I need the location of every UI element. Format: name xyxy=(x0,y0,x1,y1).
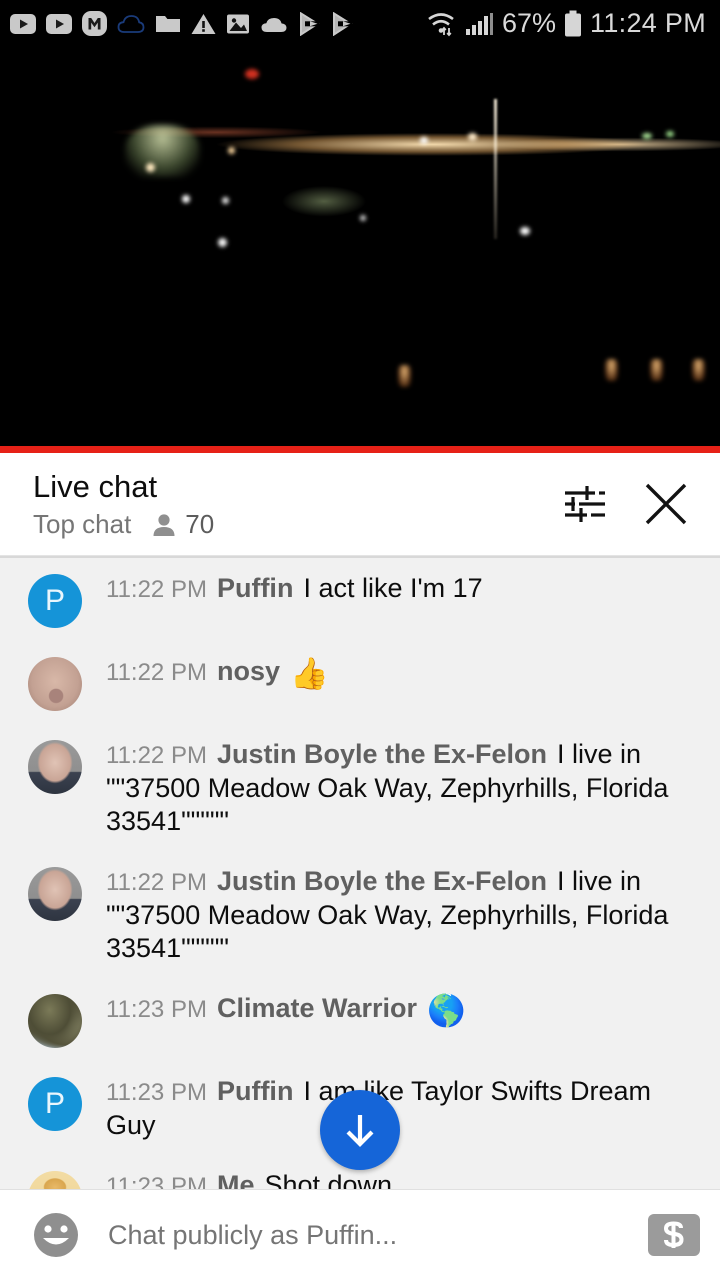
scroll-to-bottom-button[interactable] xyxy=(320,1090,400,1170)
message-timestamp: 11:22 PM xyxy=(106,576,207,603)
chat-settings-button[interactable] xyxy=(552,472,616,536)
live-chat-title: Live chat xyxy=(33,469,158,504)
battery-icon xyxy=(563,10,583,38)
chat-message[interactable]: 11:23 PM Climate Warrior 🌎 xyxy=(0,978,720,1061)
battery-percent-label: 67% xyxy=(501,8,557,38)
cloud-filled-icon xyxy=(260,15,288,33)
arrow-down-icon xyxy=(346,1115,374,1147)
message-text: Shot down xyxy=(264,1170,393,1189)
person-icon xyxy=(152,512,176,538)
video-light-dot xyxy=(228,147,235,154)
video-light-dot xyxy=(146,163,155,172)
avatar-initial: P xyxy=(44,584,65,617)
chat-composer xyxy=(0,1189,720,1280)
avatar[interactable] xyxy=(28,1171,82,1189)
avatar[interactable] xyxy=(28,994,82,1048)
message-body: 11:23 PM Climate Warrior 🌎 xyxy=(106,992,702,1027)
wifi-icon xyxy=(426,11,458,37)
youtube-icon xyxy=(46,13,72,34)
video-frame xyxy=(0,47,720,453)
live-chat-titles: Live chat Top chat 70 xyxy=(33,468,552,540)
status-bar-system: 67% 11:24 PM xyxy=(426,8,706,39)
m-badge-icon xyxy=(82,11,107,36)
chat-input[interactable] xyxy=(108,1219,648,1251)
video-light-dot xyxy=(420,137,428,144)
warning-triangle-icon xyxy=(191,13,216,35)
avatar[interactable]: P xyxy=(28,1077,82,1131)
avatar[interactable]: P xyxy=(28,574,82,628)
chat-message[interactable]: 11:22 PM nosy 👍 xyxy=(0,641,720,724)
status-bar-notifications xyxy=(10,11,426,36)
dollar-sign-icon xyxy=(663,1221,684,1248)
video-light-dot xyxy=(218,238,227,247)
super-chat-button[interactable] xyxy=(648,1214,700,1256)
avatar[interactable] xyxy=(28,657,82,711)
message-timestamp: 11:22 PM xyxy=(106,659,207,686)
chat-message[interactable]: P 11:22 PM Puffin I act like I'm 17 xyxy=(0,558,720,641)
video-progress-bar[interactable] xyxy=(0,446,720,453)
clock-label: 11:24 PM xyxy=(590,8,706,38)
video-light-structure xyxy=(125,125,200,177)
chat-mode-label[interactable]: Top chat xyxy=(33,509,131,540)
message-timestamp: 11:22 PM xyxy=(106,869,207,896)
message-body: 11:22 PM Justin Boyle the Ex-Felon I live … xyxy=(106,865,702,965)
message-timestamp: 11:23 PM xyxy=(106,996,207,1023)
message-timestamp: 11:23 PM xyxy=(106,1173,207,1189)
video-light-dot xyxy=(520,227,530,235)
video-amber-light xyxy=(605,359,618,381)
avatar-initial: P xyxy=(44,1087,65,1120)
folder-icon xyxy=(155,13,181,34)
video-amber-light xyxy=(650,359,663,381)
message-author[interactable]: Me xyxy=(217,1170,255,1189)
message-author[interactable]: Puffin xyxy=(217,573,293,603)
avatar[interactable] xyxy=(28,867,82,921)
video-amber-light xyxy=(398,365,411,387)
video-light-dot xyxy=(182,195,190,203)
youtube-icon xyxy=(10,13,36,34)
chat-message[interactable]: 11:22 PM Justin Boyle the Ex-Felon I live … xyxy=(0,724,720,851)
message-body: 11:23 PM Puffin I am like Taylor Swifts Dr… xyxy=(106,1075,702,1142)
live-chat-subtitle[interactable]: Top chat 70 xyxy=(33,509,552,540)
app-screen: 67% 11:24 PM Live chat Top chat 70 P 11:… xyxy=(0,0,720,1280)
message-body: 11:23 PM Me Shot down xyxy=(106,1169,702,1189)
signal-bars-icon xyxy=(465,12,495,36)
message-timestamp: 11:22 PM xyxy=(106,742,207,769)
video-light-dot xyxy=(642,133,652,139)
message-author[interactable]: nosy xyxy=(217,656,280,686)
play-store-icon xyxy=(298,11,321,36)
avatar[interactable] xyxy=(28,740,82,794)
message-emoji: 🌎 xyxy=(427,993,466,1028)
video-light-dot xyxy=(666,131,674,137)
emoji-smiley-icon[interactable] xyxy=(30,1209,82,1261)
play-store-icon xyxy=(331,11,354,36)
message-body: 11:22 PM Justin Boyle the Ex-Felon I live … xyxy=(106,738,702,838)
message-timestamp: 11:23 PM xyxy=(106,1079,207,1106)
message-body: 11:22 PM Puffin I act like I'm 17 xyxy=(106,572,702,606)
chat-message[interactable]: 11:22 PM Justin Boyle the Ex-Felon I live … xyxy=(0,851,720,978)
close-chat-button[interactable] xyxy=(634,472,698,536)
video-light-dot xyxy=(360,215,366,221)
video-light-dot xyxy=(468,133,477,141)
cloud-outline-icon xyxy=(117,13,145,34)
message-author[interactable]: Puffin xyxy=(217,1076,293,1106)
image-icon xyxy=(226,13,250,35)
message-author[interactable]: Justin Boyle the Ex-Felon xyxy=(217,866,547,896)
video-tower-light xyxy=(494,99,497,239)
viewer-count-label: 70 xyxy=(185,509,215,539)
status-bar: 67% 11:24 PM xyxy=(0,0,720,47)
video-amber-light xyxy=(692,359,705,381)
video-player[interactable] xyxy=(0,47,720,453)
message-author[interactable]: Climate Warrior xyxy=(217,993,417,1023)
message-body: 11:22 PM nosy 👍 xyxy=(106,655,702,690)
video-light-dot xyxy=(245,69,259,79)
message-text: I act like I'm 17 xyxy=(303,573,483,603)
message-author[interactable]: Justin Boyle the Ex-Felon xyxy=(217,739,547,769)
video-light-dot xyxy=(222,197,229,204)
message-emoji: 👍 xyxy=(289,656,329,691)
live-chat-header: Live chat Top chat 70 xyxy=(0,453,720,556)
